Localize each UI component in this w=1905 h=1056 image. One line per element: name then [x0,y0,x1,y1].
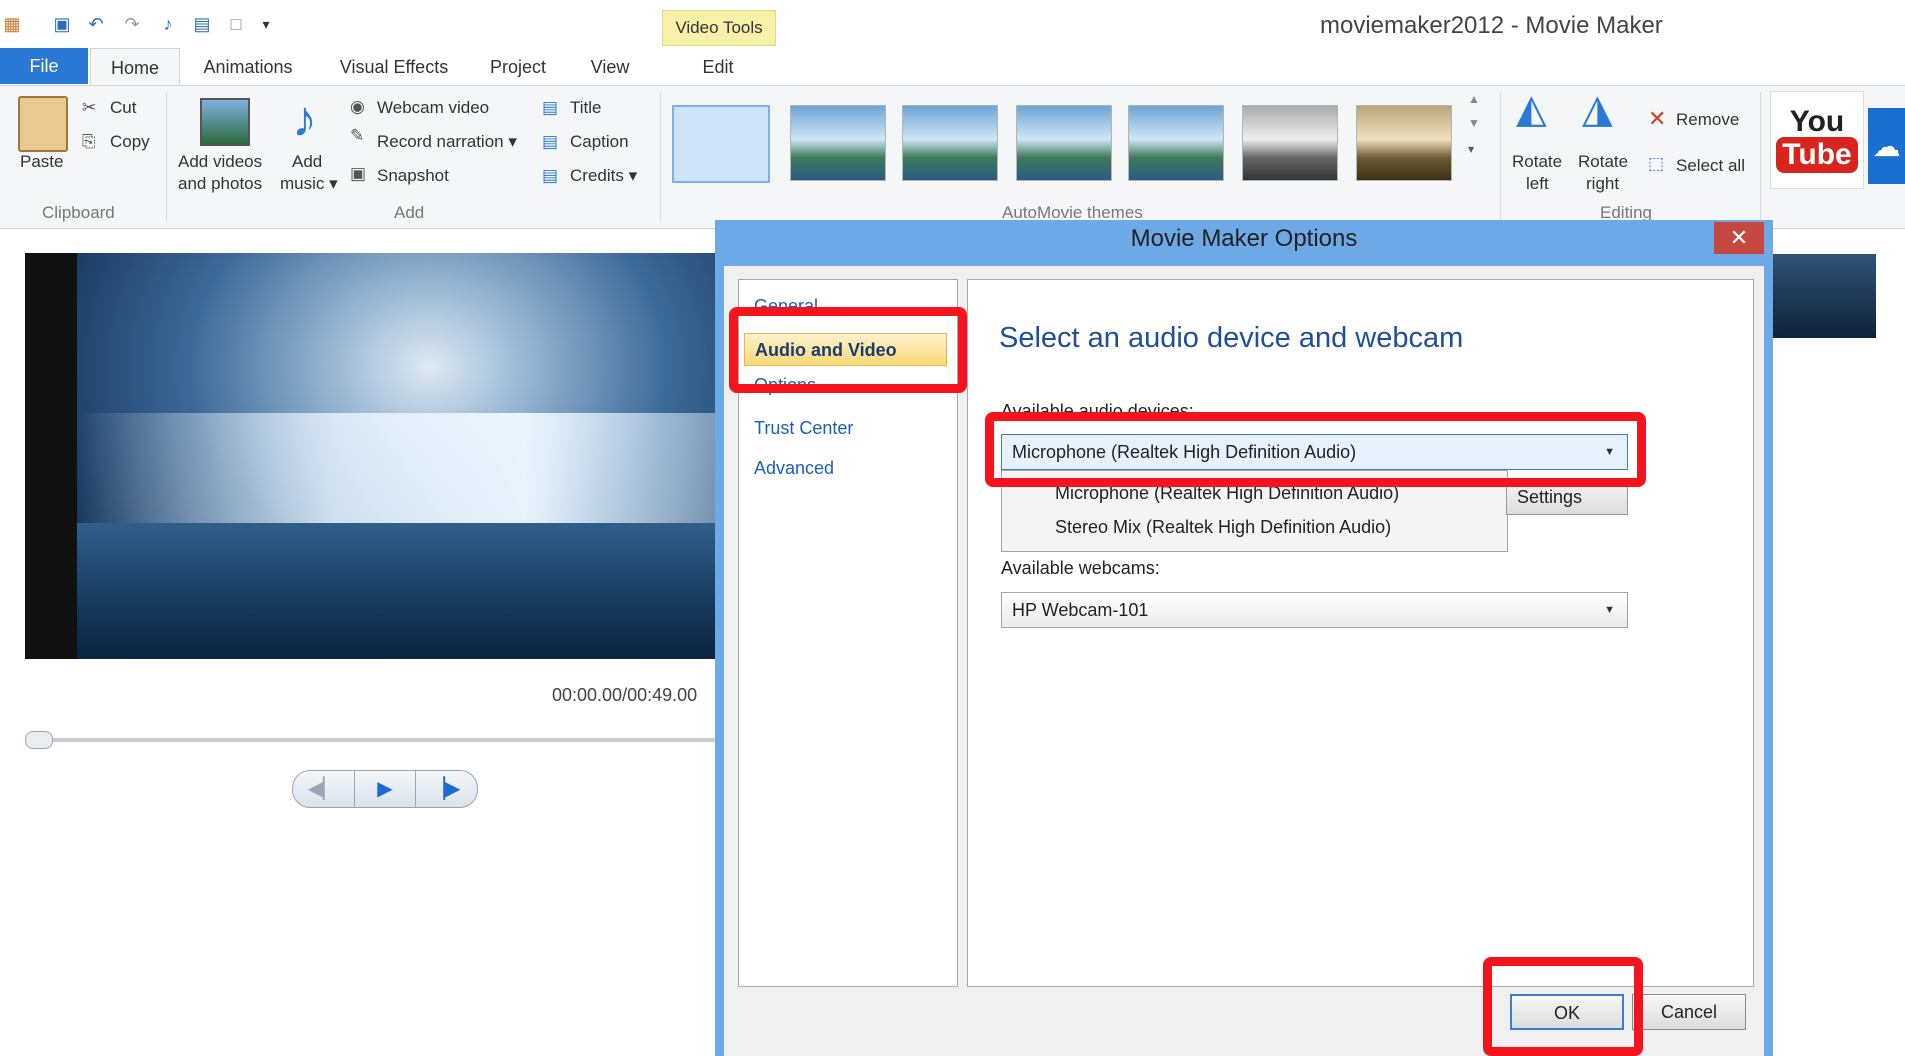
theme-black-white[interactable] [1242,105,1338,181]
microphone-icon: ✎ [350,126,365,145]
cut-icon: ✂ [82,98,97,117]
title-button[interactable]: Title [570,98,602,118]
time-readout: 00:00.00/00:49.00 [552,685,698,705]
redo-icon[interactable]: ↷ [122,14,142,34]
divider [660,92,661,222]
caption-button[interactable]: Caption [570,132,629,152]
highlight-audio-device-select [985,412,1646,487]
tab-animations[interactable]: Animations [188,48,308,86]
highlight-ok-button [1483,957,1643,1056]
copy-icon: ⎘ [82,132,96,151]
previous-frame-icon[interactable]: ◀▏ [293,771,353,807]
playback-controls: ◀▏ ▶ ▕▶ [292,770,478,808]
video-preview[interactable] [25,253,715,659]
group-label-clipboard: Clipboard [42,203,115,222]
film-icon[interactable]: ▤ [192,14,212,34]
rotate-left-label-2[interactable]: left [1526,174,1549,194]
app-film-icon: ▦ [3,14,21,34]
audio-option-stereo-mix[interactable]: Stereo Mix (Realtek High Definition Audi… [1055,517,1391,538]
snapshot-icon: ▣ [350,164,367,183]
add-music-icon[interactable]: ♪ [292,90,317,148]
nav-item-trust-center[interactable]: Trust Center [754,418,853,439]
cancel-button[interactable]: Cancel [1632,994,1746,1030]
section-heading: Select an audio device and webcam [999,322,1464,354]
onedrive-cloud-icon[interactable]: ☁ [1868,108,1905,184]
gallery-more-icon[interactable]: ▾ [1468,142,1474,156]
youtube-icon[interactable]: You Tube [1770,91,1864,189]
remove-icon: ✕ [1648,106,1667,131]
divider [1500,92,1501,222]
next-frame-icon[interactable]: ▕▶ [415,771,475,807]
close-button[interactable]: ✕ [1714,222,1764,254]
storyboard-clip[interactable] [1772,254,1876,338]
remove-button[interactable]: Remove [1676,110,1739,130]
rotate-right-label-1[interactable]: Rotate [1578,152,1628,172]
copy-button[interactable]: Copy [110,132,150,152]
rotate-left-icon[interactable]: ◭ [1516,86,1547,132]
tab-edit[interactable]: Edit [662,48,774,86]
select-all-icon: ⬚ [1648,154,1665,173]
webcam-select[interactable]: HP Webcam-101 ▼ [1001,592,1628,628]
rotate-left-label-1[interactable]: Rotate [1512,152,1562,172]
webcam-icon: ◉ [350,97,365,116]
caption-icon: ▤ [542,132,559,151]
highlight-audio-video-nav [729,307,967,393]
theme-sepia[interactable] [1356,105,1452,181]
tab-visual-effects[interactable]: Visual Effects [326,48,462,86]
webcam-video-button[interactable]: Webcam video [377,98,489,118]
theme-picture-in-picture[interactable] [1128,105,1224,181]
select-all-button[interactable]: Select all [1676,156,1745,176]
waterfall-image-area [77,413,715,523]
group-label-add: Add [394,203,425,222]
credits-icon: ▤ [542,166,559,185]
play-icon[interactable]: ▶ [354,771,416,807]
tab-file[interactable]: File [0,48,88,84]
gallery-scroll-up-icon[interactable]: ▲ [1468,92,1480,106]
chevron-down-icon: ▼ [1604,604,1615,616]
divider [166,92,167,222]
seek-thumb[interactable] [25,731,53,749]
water-image-area [77,523,715,659]
add-videos-photos-icon[interactable] [200,98,250,146]
new-project-icon[interactable]: □ [226,14,246,34]
youtube-logo-text-2: Tube [1776,137,1858,173]
tab-view[interactable]: View [574,48,646,86]
paste-button[interactable]: Paste [20,152,63,172]
save-icon[interactable]: ▣ [52,14,72,34]
tab-home[interactable]: Home [90,48,180,87]
rotate-right-icon[interactable]: ◮ [1582,86,1613,132]
tab-project[interactable]: Project [478,48,558,86]
theme-fade[interactable] [902,105,998,181]
add-videos-label-1[interactable]: Add videos [178,152,262,172]
seek-bar[interactable] [25,738,715,742]
undo-icon[interactable]: ↶ [86,14,106,34]
gallery-scroll-down-icon[interactable]: ▼ [1468,116,1480,130]
theme-cinematic[interactable] [790,105,886,181]
nav-item-advanced[interactable]: Advanced [754,458,834,479]
options-content-panel [967,279,1754,987]
youtube-logo-text-1: You [1789,105,1845,138]
theme-contemporary[interactable] [672,105,770,183]
add-music-label-2[interactable]: music ▾ [280,174,338,194]
record-narration-button[interactable]: Record narration ▾ [377,132,517,152]
customize-qat-icon[interactable]: ▾ [256,14,276,34]
divider [1760,92,1761,222]
cut-button[interactable]: Cut [110,98,136,118]
add-videos-label-2[interactable]: and photos [178,174,262,194]
window-title: moviemaker2012 - Movie Maker [1320,12,1663,39]
dialog-title: Movie Maker Options [1130,225,1358,252]
title-icon: ▤ [542,98,559,117]
paste-icon[interactable] [18,96,68,152]
webcams-label: Available webcams: [1001,558,1160,578]
add-music-label-1[interactable]: Add [292,152,322,172]
video-tools-contextual-tab: Video Tools [662,10,776,46]
preview-frame [77,253,715,659]
theme-pan-zoom[interactable] [1016,105,1112,181]
credits-button[interactable]: Credits ▾ [570,166,637,186]
webcam-selected: HP Webcam-101 [1012,600,1149,620]
music-icon[interactable]: ♪ [158,14,178,34]
rotate-right-label-2[interactable]: right [1586,174,1619,194]
snapshot-button[interactable]: Snapshot [377,166,449,186]
